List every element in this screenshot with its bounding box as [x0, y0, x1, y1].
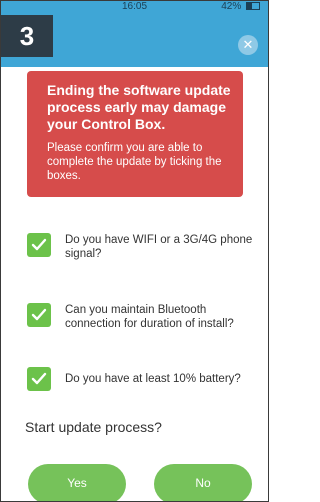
yes-button[interactable]: Yes: [28, 464, 126, 501]
warning-alert: Ending the software update process early…: [27, 71, 243, 197]
alert-body: Please confirm you are able to complete …: [47, 142, 222, 182]
status-indicators: 42%: [221, 1, 260, 12]
close-button[interactable]: ✕: [238, 35, 258, 55]
checklist-label: Do you have at least 10% battery?: [65, 373, 241, 385]
start-update-question: Start update process?: [25, 419, 162, 435]
alert-title: Ending the software update process early…: [47, 82, 231, 132]
battery-checkbox[interactable]: [27, 367, 51, 391]
modal-frame: 16:05 42% 3 ✕ Ending the software update…: [0, 0, 269, 502]
battery-icon: [246, 2, 260, 11]
checklist-label: Do you have WIFI or a 3G/4G phone signal…: [65, 234, 253, 260]
checklist-label: Can you maintain Bluetooth connection fo…: [65, 304, 234, 330]
battery-percent: 42%: [221, 1, 242, 12]
checkmark-icon: [31, 372, 47, 385]
checkmark-icon: [31, 238, 47, 251]
step-badge: 3: [1, 15, 53, 57]
wifi-checkbox[interactable]: [27, 233, 51, 257]
bluetooth-checkbox[interactable]: [27, 303, 51, 327]
modal-header: 3 ✕: [1, 15, 268, 67]
status-bar: 16:05 42%: [1, 1, 268, 15]
checkmark-icon: [31, 308, 47, 321]
no-button[interactable]: No: [154, 464, 252, 501]
